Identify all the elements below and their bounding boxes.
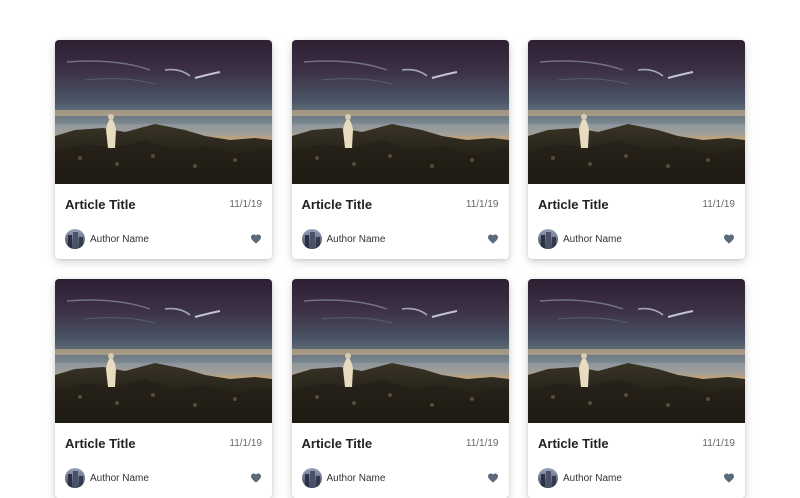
- article-card[interactable]: Article Title 11/1/19 Author Name: [55, 40, 272, 259]
- article-card[interactable]: Article Title 11/1/19 Author Name: [55, 279, 272, 498]
- card-header: Article Title 11/1/19: [302, 433, 499, 453]
- card-footer: Author Name: [538, 229, 735, 249]
- article-image: [55, 279, 272, 423]
- heart-icon[interactable]: [487, 472, 499, 484]
- article-date: 11/1/19: [229, 437, 262, 449]
- author-name: Author Name: [90, 233, 149, 245]
- author-info[interactable]: Author Name: [65, 229, 149, 249]
- heart-icon[interactable]: [487, 233, 499, 245]
- article-date: 11/1/19: [465, 437, 499, 449]
- article-title[interactable]: Article Title: [65, 436, 136, 451]
- author-name: Author Name: [563, 233, 622, 245]
- article-date: 11/1/19: [465, 198, 499, 210]
- article-card[interactable]: Article Title 11/1/19 Author Name: [291, 40, 509, 259]
- card-header: Article Title 11/1/19: [302, 194, 499, 214]
- author-name: Author Name: [326, 233, 386, 245]
- avatar: [65, 468, 85, 488]
- article-image: [55, 40, 272, 184]
- heart-icon[interactable]: [723, 472, 735, 484]
- article-title[interactable]: Article Title: [538, 197, 609, 212]
- article-card[interactable]: Article Title 11/1/19 Author Name: [291, 279, 509, 498]
- card-header: Article Title 11/1/19: [65, 194, 262, 214]
- author-name: Author Name: [563, 472, 622, 484]
- card-header: Article Title 11/1/19: [538, 194, 735, 214]
- article-title[interactable]: Article Title: [538, 436, 609, 451]
- card-footer: Author Name: [302, 468, 499, 488]
- heart-icon[interactable]: [723, 233, 735, 245]
- author-info[interactable]: Author Name: [538, 468, 622, 488]
- author-info[interactable]: Author Name: [302, 468, 386, 488]
- article-image: [528, 279, 745, 423]
- card-header: Article Title 11/1/19: [538, 433, 735, 453]
- article-image: [292, 279, 509, 423]
- article-card[interactable]: Article Title 11/1/19 Author Name: [528, 40, 745, 259]
- article-card[interactable]: Article Title 11/1/19 Author Name: [528, 279, 745, 498]
- author-name: Author Name: [90, 472, 149, 484]
- article-image: [528, 40, 745, 184]
- avatar: [538, 229, 558, 249]
- avatar: [302, 468, 322, 488]
- author-name: Author Name: [326, 472, 386, 484]
- card-header: Article Title 11/1/19: [65, 433, 262, 453]
- article-title[interactable]: Article Title: [302, 436, 373, 451]
- article-title[interactable]: Article Title: [302, 197, 373, 212]
- avatar: [302, 229, 322, 249]
- article-date: 11/1/19: [702, 198, 735, 210]
- avatar: [65, 229, 85, 249]
- heart-icon[interactable]: [250, 472, 262, 484]
- card-footer: Author Name: [302, 229, 499, 249]
- author-info[interactable]: Author Name: [65, 468, 149, 488]
- author-info[interactable]: Author Name: [538, 229, 622, 249]
- article-date: 11/1/19: [229, 198, 262, 210]
- card-footer: Author Name: [538, 468, 735, 488]
- article-title[interactable]: Article Title: [65, 197, 136, 212]
- card-footer: Author Name: [65, 229, 262, 249]
- card-footer: Author Name: [65, 468, 262, 488]
- author-info[interactable]: Author Name: [302, 229, 386, 249]
- heart-icon[interactable]: [250, 233, 262, 245]
- article-grid: Article Title 11/1/19 Author Name Articl…: [55, 40, 745, 498]
- article-image: [292, 40, 509, 184]
- article-date: 11/1/19: [702, 437, 735, 449]
- avatar: [538, 468, 558, 488]
